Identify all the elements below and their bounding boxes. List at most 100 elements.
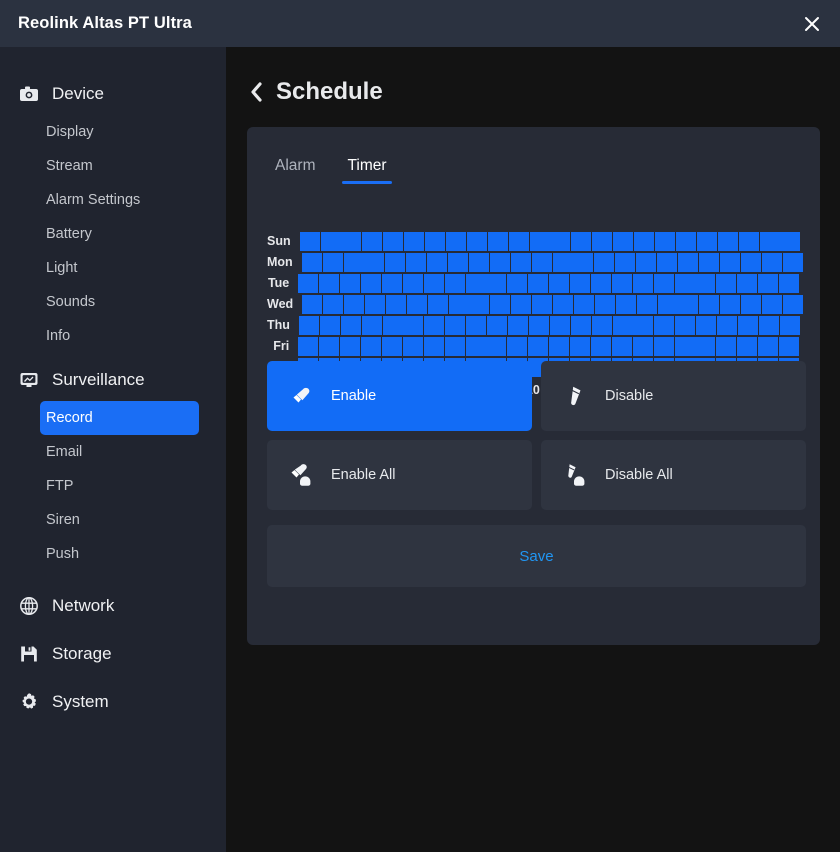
schedule-cell[interactable] <box>511 294 532 314</box>
schedule-cell[interactable] <box>298 336 319 356</box>
schedule-cell[interactable] <box>716 336 737 356</box>
schedule-cell[interactable] <box>590 336 611 356</box>
schedule-cell[interactable] <box>465 336 486 356</box>
schedule-cell[interactable] <box>486 336 507 356</box>
schedule-cell[interactable] <box>698 252 719 272</box>
schedule-cell[interactable] <box>424 315 445 335</box>
schedule-cell[interactable] <box>404 231 425 251</box>
schedule-cell[interactable] <box>298 273 319 293</box>
schedule-cell[interactable] <box>466 315 487 335</box>
save-button[interactable]: Save <box>267 525 806 587</box>
schedule-cell[interactable] <box>779 273 800 293</box>
schedule-cell[interactable] <box>592 231 613 251</box>
schedule-cell[interactable] <box>759 231 780 251</box>
schedule-cell[interactable] <box>364 252 385 272</box>
schedule-cell[interactable] <box>653 336 674 356</box>
schedule-cell[interactable] <box>465 273 486 293</box>
schedule-cell[interactable] <box>468 252 489 272</box>
schedule-cell[interactable] <box>573 252 594 272</box>
schedule-cell[interactable] <box>657 294 678 314</box>
schedule-cell[interactable] <box>381 336 402 356</box>
sidebar-item-sounds[interactable]: Sounds <box>40 285 199 319</box>
schedule-cell[interactable] <box>737 315 758 335</box>
schedule-cell[interactable] <box>717 231 738 251</box>
schedule-cell[interactable] <box>487 315 508 335</box>
schedule-cell[interactable] <box>406 294 427 314</box>
schedule-cell[interactable] <box>758 273 779 293</box>
schedule-cell[interactable] <box>486 273 507 293</box>
disable-all-button[interactable]: Disable All <box>541 440 806 510</box>
sidebar-item-display[interactable]: Display <box>40 115 199 149</box>
schedule-cell[interactable] <box>425 231 446 251</box>
sidebar-item-email[interactable]: Email <box>40 435 199 469</box>
schedule-cell[interactable] <box>590 273 611 293</box>
schedule-cell[interactable] <box>301 252 322 272</box>
schedule-cell[interactable] <box>737 273 758 293</box>
schedule-cell[interactable] <box>719 252 740 272</box>
schedule-cell[interactable] <box>594 252 615 272</box>
schedule-cell[interactable] <box>655 231 676 251</box>
schedule-cell[interactable] <box>758 336 779 356</box>
close-button[interactable] <box>784 0 840 47</box>
schedule-cell[interactable] <box>780 231 801 251</box>
schedule-cell[interactable] <box>423 273 444 293</box>
sidebar-item-battery[interactable]: Battery <box>40 217 199 251</box>
schedule-cell[interactable] <box>383 231 404 251</box>
sidebar-group-surveillance[interactable]: Surveillance <box>0 363 226 397</box>
schedule-cell[interactable] <box>737 336 758 356</box>
schedule-cell[interactable] <box>591 315 612 335</box>
schedule-cell[interactable] <box>675 315 696 335</box>
schedule-cell[interactable] <box>406 252 427 272</box>
schedule-cell[interactable] <box>322 252 343 272</box>
schedule-cell[interactable] <box>695 273 716 293</box>
schedule-cell[interactable] <box>382 315 403 335</box>
schedule-cell[interactable] <box>299 231 320 251</box>
schedule-cell[interactable] <box>403 315 424 335</box>
schedule-cell[interactable] <box>657 252 678 272</box>
schedule-cell[interactable] <box>741 294 762 314</box>
schedule-cell[interactable] <box>508 231 529 251</box>
schedule-cell[interactable] <box>573 294 594 314</box>
schedule-cell[interactable] <box>632 273 653 293</box>
schedule-cell[interactable] <box>510 252 531 272</box>
schedule-cell[interactable] <box>469 294 490 314</box>
schedule-cell[interactable] <box>550 231 571 251</box>
sidebar-item-push[interactable]: Push <box>40 537 199 571</box>
schedule-cell[interactable] <box>381 273 402 293</box>
schedule-cell[interactable] <box>340 336 361 356</box>
schedule-cell[interactable] <box>632 336 653 356</box>
schedule-cell[interactable] <box>340 315 361 335</box>
schedule-cell[interactable] <box>362 231 383 251</box>
schedule-cell[interactable] <box>364 294 385 314</box>
sidebar-item-siren[interactable]: Siren <box>40 503 199 537</box>
schedule-cell[interactable] <box>320 231 341 251</box>
schedule-cell[interactable] <box>487 231 508 251</box>
sidebar-group-storage[interactable]: Storage <box>0 637 226 671</box>
schedule-cell[interactable] <box>716 273 737 293</box>
schedule-cell[interactable] <box>570 273 591 293</box>
schedule-cell[interactable] <box>611 336 632 356</box>
schedule-cell[interactable] <box>298 315 319 335</box>
schedule-cell[interactable] <box>427 252 448 272</box>
schedule-cell[interactable] <box>490 294 511 314</box>
schedule-cell[interactable] <box>423 336 444 356</box>
schedule-cell[interactable] <box>531 252 552 272</box>
sidebar-item-stream[interactable]: Stream <box>40 149 199 183</box>
schedule-cell[interactable] <box>528 315 549 335</box>
sidebar-item-alarm-settings[interactable]: Alarm Settings <box>40 183 199 217</box>
sidebar-item-record[interactable]: Record <box>40 401 199 435</box>
sidebar-group-system[interactable]: System <box>0 685 226 719</box>
schedule-cell[interactable] <box>674 336 695 356</box>
schedule-cell[interactable] <box>695 336 716 356</box>
schedule-cell[interactable] <box>696 231 717 251</box>
schedule-cell[interactable] <box>634 231 655 251</box>
sidebar-group-device[interactable]: Device <box>0 77 226 111</box>
schedule-cell[interactable] <box>489 252 510 272</box>
disable-button[interactable]: Disable <box>541 361 806 431</box>
schedule-cell[interactable] <box>615 294 636 314</box>
schedule-cell[interactable] <box>675 231 696 251</box>
schedule-cell[interactable] <box>611 273 632 293</box>
schedule-cell[interactable] <box>444 273 465 293</box>
schedule-cell[interactable] <box>402 273 423 293</box>
schedule-cell[interactable] <box>761 252 782 272</box>
